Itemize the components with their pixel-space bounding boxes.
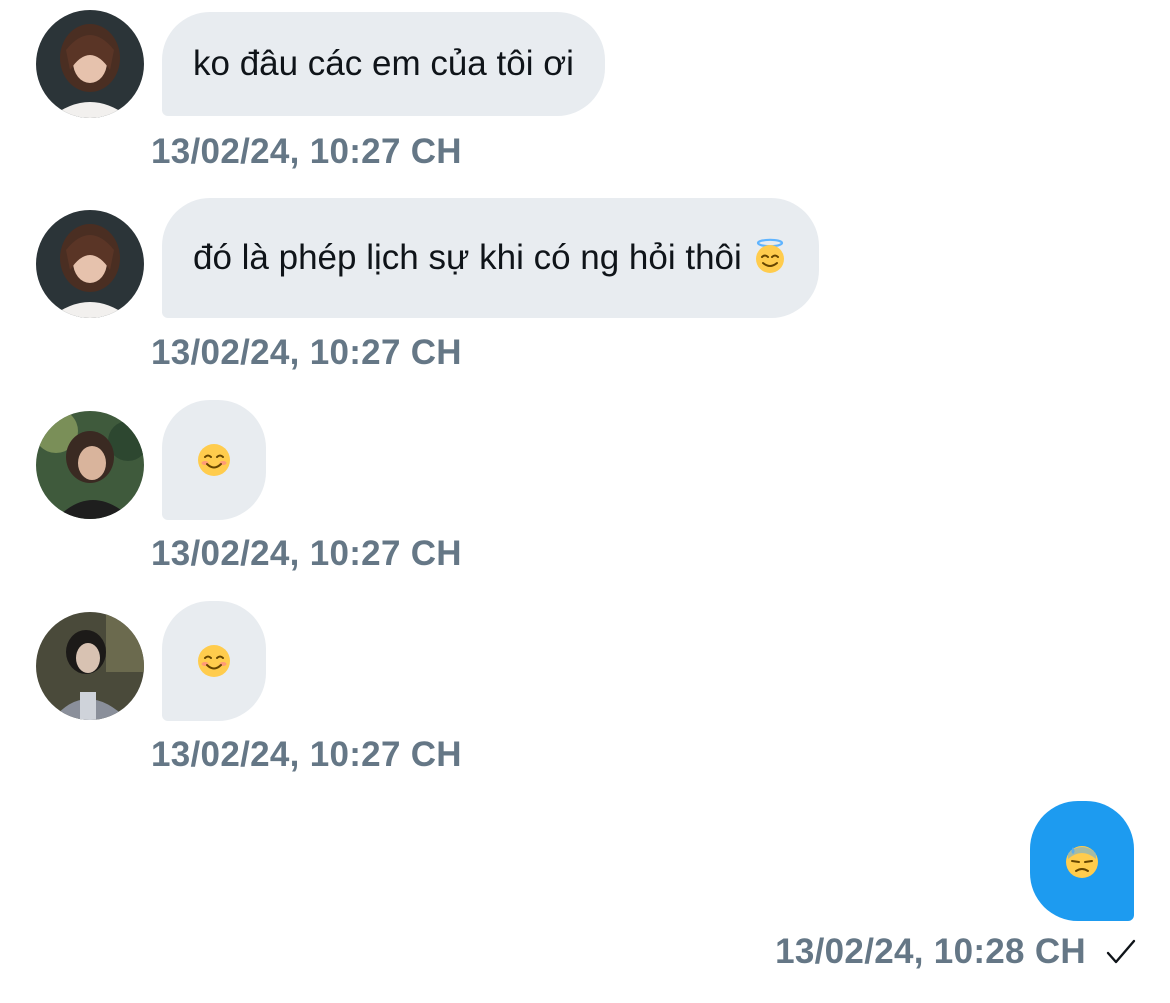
avatar-photo (36, 411, 144, 519)
avatar[interactable] (36, 411, 144, 519)
message-bubble[interactable] (162, 400, 266, 520)
checkmark-icon (1104, 935, 1138, 969)
message-timestamp: 13/02/24, 10:27 CH (151, 534, 462, 573)
message-timestamp: 13/02/24, 10:27 CH (151, 735, 462, 774)
downcast-face-with-sweat-icon (1064, 843, 1100, 879)
avatar[interactable] (36, 612, 144, 720)
smiling-face-icon (196, 643, 232, 679)
smiling-face-with-halo-icon (752, 238, 788, 274)
smiling-face-icon (196, 442, 232, 478)
avatar[interactable] (36, 10, 144, 118)
avatar[interactable] (36, 210, 144, 318)
message-text: đó là phép lịch sự khi có ng hỏi thôi (193, 238, 742, 277)
message-bubble[interactable]: ko đâu các em của tôi ơi (162, 12, 605, 116)
avatar-photo (36, 210, 144, 318)
message-text: ko đâu các em của tôi ơi (193, 44, 574, 83)
message-timestamp: 13/02/24, 10:28 CH (775, 932, 1086, 971)
message-bubble[interactable]: đó là phép lịch sự khi có ng hỏi thôi (162, 198, 819, 318)
avatar-photo (36, 10, 144, 118)
outgoing-timestamp-row: 13/02/24, 10:28 CH (775, 932, 1138, 972)
avatar-photo (36, 612, 144, 720)
message-bubble[interactable] (162, 601, 266, 721)
message-timestamp: 13/02/24, 10:27 CH (151, 132, 462, 171)
outgoing-message-bubble[interactable] (1030, 801, 1134, 921)
message-timestamp: 13/02/24, 10:27 CH (151, 333, 462, 372)
